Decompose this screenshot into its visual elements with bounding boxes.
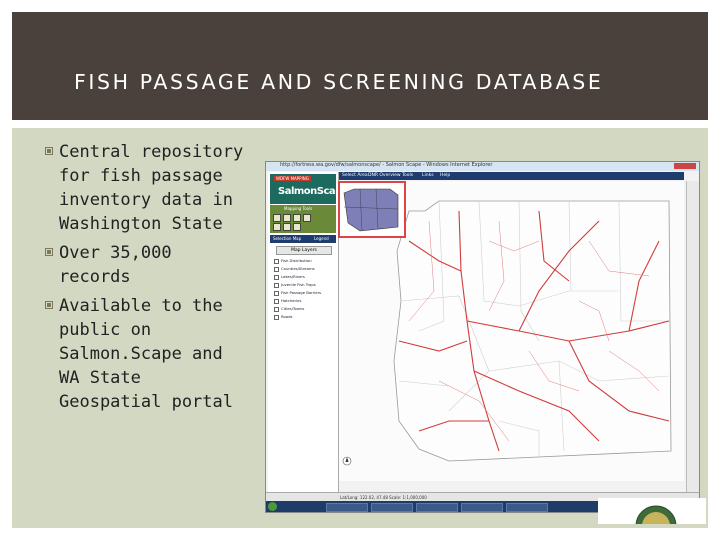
bullet-list: Central repository for fish passage inve… <box>45 140 246 419</box>
taskbar-button[interactable] <box>416 503 458 512</box>
agency-seal-icon <box>635 505 677 540</box>
taskbar-button[interactable] <box>326 503 368 512</box>
taskbar-button[interactable] <box>506 503 548 512</box>
salmonscape-screenshot: http://fortress.wa.gov/dfw/salmonscape/ … <box>265 161 700 513</box>
layer-item: Fish Passage Barriers <box>274 290 321 296</box>
layer-label: Juvenile Fish Traps <box>281 282 316 287</box>
layer-label: Fish Passage Barriers <box>281 290 322 295</box>
taskbar-button[interactable] <box>461 503 503 512</box>
layer-label: Counties/Streams <box>281 266 315 271</box>
overview-map-graphic <box>343 188 399 232</box>
layer-item: Fish Distribution <box>274 258 312 264</box>
mapping-tools: Mapping Tools <box>270 205 336 233</box>
title-bar: FISH PASSAGE AND SCREENING DATABASE <box>12 12 708 120</box>
square-bullet-icon <box>45 301 53 309</box>
app-nav-bar: Select Area DNR Overview Tools Links Hel… <box>338 172 684 180</box>
tab-selection-map: Selection Map <box>273 236 302 241</box>
browser-title: http://fortress.wa.gov/dfw/salmonscape/ … <box>280 162 493 168</box>
nav-item: DNR Overview <box>368 173 401 178</box>
layer-label: Fish Distribution <box>281 258 312 263</box>
bullet-item: Central repository for fish passage inve… <box>45 140 246 236</box>
layer-item: Lakes/Rivers <box>274 274 305 280</box>
nav-item: Links <box>422 173 434 178</box>
bullet-text: Central repository for fish passage inve… <box>59 142 244 234</box>
layer-item: Cities/Towns <box>274 306 304 312</box>
layer-label: Roads <box>281 314 293 319</box>
start-button-icon[interactable] <box>268 502 277 511</box>
pan-icon <box>293 214 301 222</box>
window-controls-icon <box>674 163 696 169</box>
bullet-item: Available to the public on Salmon.Scape … <box>45 294 246 414</box>
square-bullet-icon <box>45 147 53 155</box>
status-text: Lat/Long: 122.02, 47.48 Scale: 1:1,000,0… <box>340 495 427 500</box>
layer-label: Hatcheries <box>281 298 302 303</box>
full-extent-icon <box>273 223 281 231</box>
layer-item: Hatcheries <box>274 298 301 304</box>
layer-item: Roads <box>274 314 293 320</box>
bullet-item: Over 35,000 records <box>45 241 246 289</box>
browser-title-bar: http://fortress.wa.gov/dfw/salmonscape/ … <box>266 162 699 171</box>
nav-item: Select Area <box>342 173 368 178</box>
app-logo: WDFW MAPPING SalmonScape <box>270 174 349 204</box>
layer-label: Cities/Towns <box>281 306 305 311</box>
bullet-text: Over 35,000 records <box>59 243 172 287</box>
nav-item: Tools <box>402 173 414 178</box>
tab-legend: Legend <box>314 236 329 241</box>
vertical-scrollbar[interactable] <box>686 181 699 501</box>
map-layers-header: Map Layers <box>276 246 332 255</box>
slide-title: FISH PASSAGE AND SCREENING DATABASE <box>74 70 604 94</box>
left-panel: WDFW MAPPING SalmonScape Mapping Tools S… <box>268 172 349 502</box>
taskbar-button[interactable] <box>371 503 413 512</box>
nav-item: Help <box>440 173 451 178</box>
overview-inset-map <box>338 181 406 238</box>
square-bullet-icon <box>45 248 53 256</box>
seal-badge <box>598 498 706 540</box>
app-badge: WDFW MAPPING <box>274 176 311 181</box>
mapping-tools-label: Mapping Tools <box>284 206 313 211</box>
bullet-text: Available to the public on Salmon.Scape … <box>59 296 233 412</box>
layer-item: Juvenile Fish Traps <box>274 282 316 288</box>
layer-label: Lakes/Rivers <box>281 274 305 279</box>
measure-icon <box>283 223 291 231</box>
print-icon <box>293 223 301 231</box>
layer-item: Counties/Streams <box>274 266 315 272</box>
zoom-in-icon <box>273 214 281 222</box>
zoom-out-icon <box>283 214 291 222</box>
identify-icon <box>303 214 311 222</box>
panel-tabs: Selection Map Legend <box>270 235 336 243</box>
